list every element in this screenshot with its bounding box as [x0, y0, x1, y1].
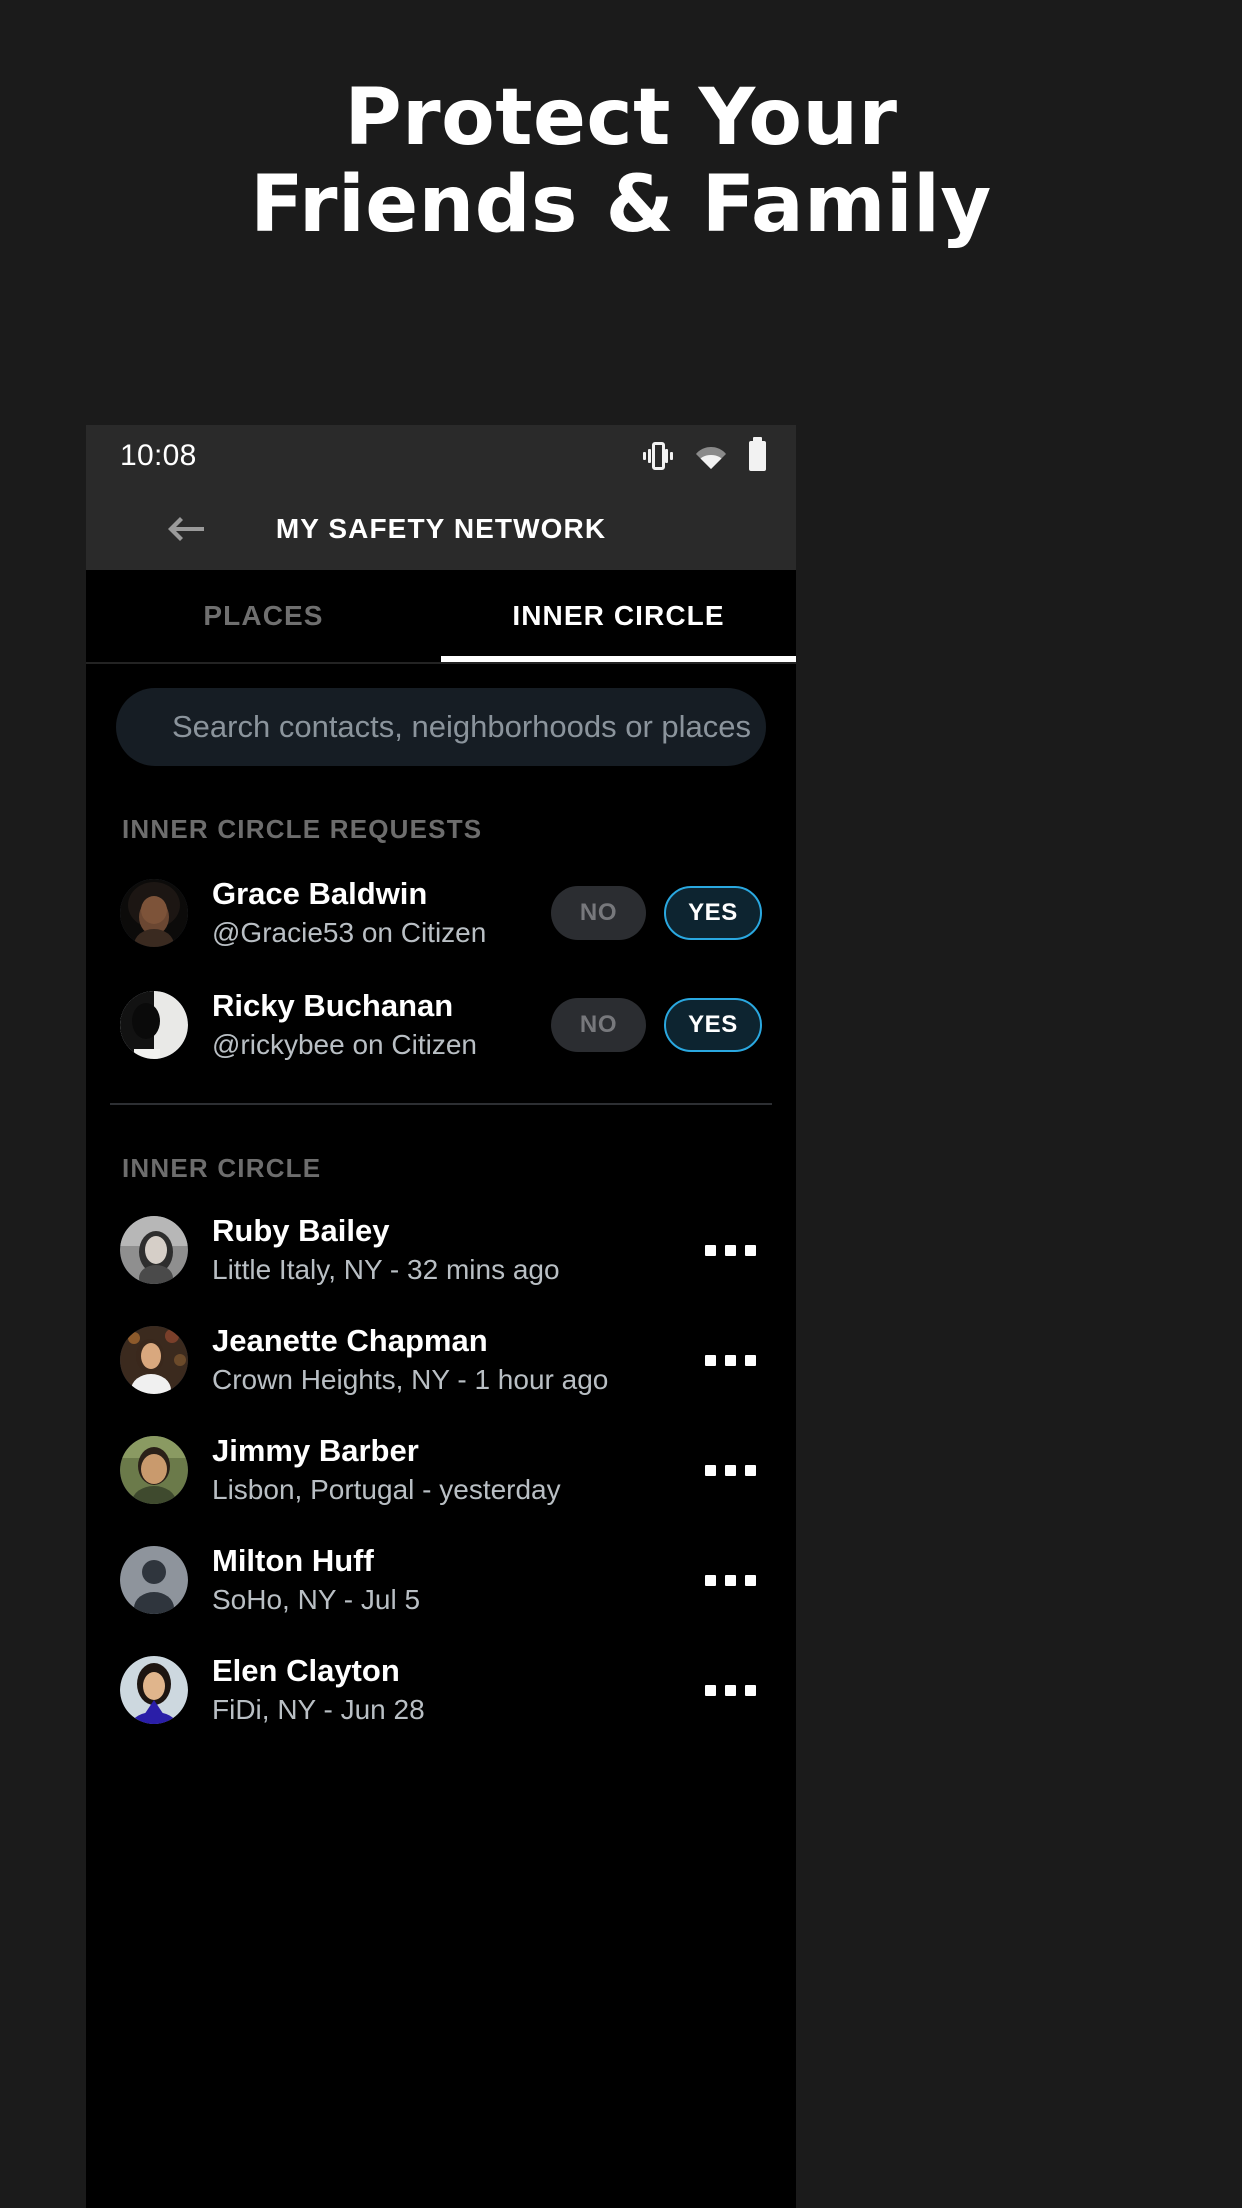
- request-info: Grace Baldwin @Gracie53 on Citizen: [212, 875, 527, 951]
- contact-info: Jeanette Chapman Crown Heights, NY - 1 h…: [212, 1322, 681, 1398]
- avatar: [120, 1656, 188, 1724]
- accept-button[interactable]: YES: [664, 998, 762, 1052]
- default-avatar-icon: [120, 1546, 188, 1614]
- avatar: [120, 1326, 188, 1394]
- contact-row[interactable]: Milton Huff SoHo, NY - Jul 5: [86, 1536, 796, 1624]
- request-info: Ricky Buchanan @rickybee on Citizen: [212, 987, 527, 1063]
- decline-button[interactable]: NO: [551, 886, 646, 940]
- avatar: [120, 991, 188, 1059]
- tab-bar: PLACES INNER CIRCLE: [86, 570, 796, 662]
- search-placeholder: Search contacts, neighborhoods or places: [172, 709, 752, 744]
- contact-info: Jimmy Barber Lisbon, Portugal - yesterda…: [212, 1432, 681, 1508]
- headline-line-2: Friends & Family: [250, 160, 992, 251]
- more-options-icon[interactable]: [705, 1244, 762, 1256]
- battery-icon: [749, 437, 766, 471]
- back-arrow-icon[interactable]: [166, 514, 206, 544]
- avatar: [120, 1216, 188, 1284]
- contact-name: Jimmy Barber: [212, 1432, 419, 1468]
- request-handle: @Gracie53 on Citizen: [212, 916, 487, 948]
- status-bar: 10:08: [86, 425, 796, 487]
- more-options-icon[interactable]: [705, 1574, 762, 1586]
- contact-info: Ruby Bailey Little Italy, NY - 32 mins a…: [212, 1212, 681, 1288]
- contact-info: Elen Clayton FiDi, NY - Jun 28: [212, 1652, 681, 1728]
- marketing-screenshot-page: Protect Your Friends & Family 10:08 MY S…: [0, 0, 1242, 2208]
- tab-inner-circle[interactable]: INNER CIRCLE: [441, 570, 796, 662]
- more-options-icon[interactable]: [705, 1354, 762, 1366]
- more-options-icon[interactable]: [705, 1464, 762, 1476]
- request-actions: NO YES: [551, 998, 762, 1052]
- contact-name: Jeanette Chapman: [212, 1322, 488, 1358]
- request-row[interactable]: Ricky Buchanan @rickybee on Citizen NO Y…: [86, 981, 796, 1069]
- contact-detail: SoHo, NY - Jul 5: [212, 1583, 421, 1615]
- app-bar: MY SAFETY NETWORK: [86, 487, 796, 570]
- decline-button[interactable]: NO: [551, 998, 646, 1052]
- request-name: Grace Baldwin: [212, 875, 428, 911]
- more-options-icon[interactable]: [705, 1684, 762, 1696]
- search-input[interactable]: Search contacts, neighborhoods or places: [116, 688, 766, 766]
- request-actions: NO YES: [551, 886, 762, 940]
- contact-detail: Lisbon, Portugal - yesterday: [212, 1473, 561, 1505]
- phone-screenshot: 10:08 MY SAFETY NETWORK PLACES INNER CIR…: [86, 425, 796, 2208]
- contact-detail: Little Italy, NY - 32 mins ago: [212, 1253, 560, 1285]
- section-header-requests: INNER CIRCLE REQUESTS: [122, 814, 483, 844]
- accept-button[interactable]: YES: [664, 886, 762, 940]
- avatar: [120, 879, 188, 947]
- contact-name: Ruby Bailey: [212, 1212, 390, 1248]
- headline-line-1: Protect Your: [344, 73, 898, 163]
- contact-row[interactable]: Jeanette Chapman Crown Heights, NY - 1 h…: [86, 1316, 796, 1404]
- contact-info: Milton Huff SoHo, NY - Jul 5: [212, 1542, 681, 1618]
- contact-name: Elen Clayton: [212, 1652, 400, 1688]
- contact-row[interactable]: Jimmy Barber Lisbon, Portugal - yesterda…: [86, 1426, 796, 1514]
- page-title: Protect Your Friends & Family: [0, 73, 1242, 251]
- section-header-inner-circle: INNER CIRCLE: [122, 1153, 322, 1183]
- contact-row[interactable]: Elen Clayton FiDi, NY - Jun 28: [86, 1646, 796, 1734]
- search-container: Search contacts, neighborhoods or places: [86, 688, 796, 766]
- status-icon-group: [643, 437, 766, 471]
- vibrate-icon: [643, 442, 673, 470]
- avatar: [120, 1436, 188, 1504]
- tab-places[interactable]: PLACES: [86, 570, 441, 662]
- contact-detail: FiDi, NY - Jun 28: [212, 1693, 425, 1725]
- screen-content: Search contacts, neighborhoods or places…: [86, 664, 796, 2208]
- request-row[interactable]: Grace Baldwin @Gracie53 on Citizen NO YE…: [86, 869, 796, 957]
- request-name: Ricky Buchanan: [212, 987, 454, 1023]
- contact-row[interactable]: Ruby Bailey Little Italy, NY - 32 mins a…: [86, 1206, 796, 1294]
- status-time: 10:08: [120, 439, 197, 472]
- contact-name: Milton Huff: [212, 1542, 374, 1578]
- contact-detail: Crown Heights, NY - 1 hour ago: [212, 1363, 609, 1395]
- wifi-icon: [696, 447, 726, 469]
- request-handle: @rickybee on Citizen: [212, 1028, 477, 1060]
- avatar: [120, 1546, 188, 1614]
